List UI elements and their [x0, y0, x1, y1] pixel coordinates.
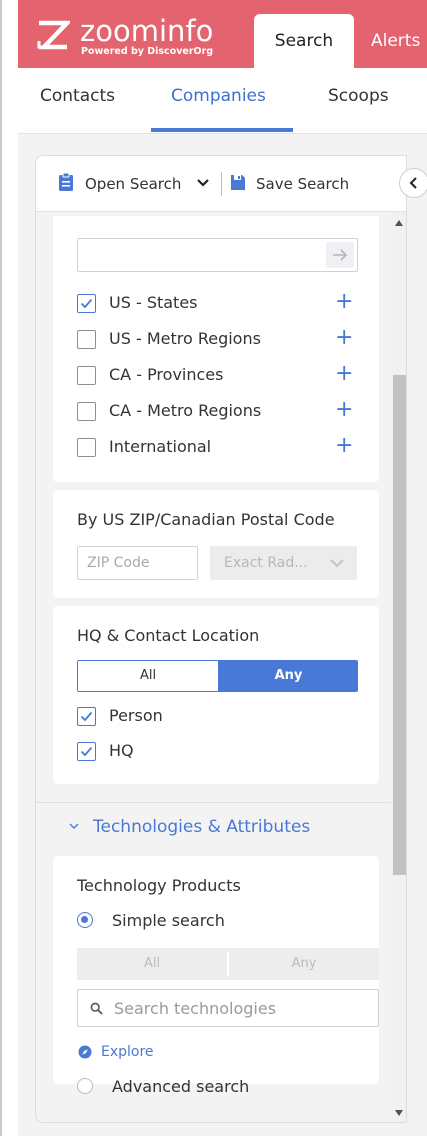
- tech-toggle-any[interactable]: Any: [229, 948, 379, 980]
- tab-alerts[interactable]: Alerts: [371, 14, 427, 68]
- zoominfo-logo[interactable]: zoominfo Powered by DiscoverOrg: [36, 14, 226, 58]
- technologies-section-title: Technologies & Attributes: [93, 817, 311, 837]
- zoominfo-z-icon: [37, 20, 70, 50]
- checkmark-icon: [80, 711, 93, 722]
- checkbox-label: CA - Metro Regions: [109, 401, 262, 420]
- toolbar-divider: [221, 172, 222, 196]
- radio-button[interactable]: [77, 1078, 93, 1094]
- zip-code-input[interactable]: ZIP Code: [77, 546, 198, 580]
- filter-panel: Open Search Save Search US - States + US…: [35, 155, 407, 1123]
- radio-label: Simple search: [112, 911, 225, 930]
- advanced-search-radio-row[interactable]: Advanced search: [77, 1077, 367, 1098]
- plus-icon[interactable]: +: [335, 326, 353, 350]
- active-tab-indicator: [151, 128, 293, 132]
- plus-icon[interactable]: +: [335, 290, 353, 314]
- collapse-panel-button[interactable]: [399, 168, 427, 198]
- search-icon: [90, 1002, 103, 1015]
- app-frame: zoominfo Powered by DiscoverOrg Search A…: [0, 0, 427, 1136]
- hq-option-hq[interactable]: HQ: [77, 740, 367, 764]
- hq-toggle-group: All Any: [77, 660, 358, 692]
- search-toolbar: Open Search Save Search: [36, 156, 406, 212]
- zip-title: By US ZIP/Canadian Postal Code: [77, 510, 335, 529]
- checkbox-label: International: [109, 437, 212, 456]
- chevron-left-icon: [409, 177, 417, 189]
- location-option-international[interactable]: International +: [77, 434, 367, 460]
- checkbox-label: HQ: [109, 741, 134, 760]
- hq-title: HQ & Contact Location: [77, 626, 260, 645]
- explore-label: Explore: [101, 1044, 154, 1060]
- location-option-us-metro[interactable]: US - Metro Regions +: [77, 326, 367, 352]
- plus-icon[interactable]: +: [335, 434, 353, 458]
- plus-icon[interactable]: +: [335, 362, 353, 386]
- checkbox[interactable]: [77, 330, 96, 349]
- clipboard-icon: [59, 173, 73, 191]
- technology-search-placeholder: Search technologies: [114, 999, 277, 1018]
- technology-products-title: Technology Products: [77, 876, 241, 895]
- checkmark-icon: [80, 298, 93, 309]
- floppy-disk-icon: [231, 175, 245, 190]
- scroll-down-arrow-icon[interactable]: [395, 1110, 403, 1116]
- radius-select-label: Exact Rad...: [224, 555, 308, 571]
- open-search-button[interactable]: Open Search: [85, 175, 181, 193]
- tech-toggle-all[interactable]: All: [77, 948, 227, 980]
- location-option-ca-provinces[interactable]: CA - Provinces +: [77, 362, 367, 388]
- subtab-contacts[interactable]: Contacts: [40, 86, 115, 106]
- radio-button[interactable]: [77, 912, 93, 928]
- panel-scrollbar[interactable]: [391, 212, 406, 1122]
- checkbox-label: US - States: [109, 293, 198, 312]
- hq-option-person[interactable]: Person: [77, 705, 367, 729]
- checkbox-label: CA - Provinces: [109, 365, 224, 384]
- checkbox-label: US - Metro Regions: [109, 329, 261, 348]
- location-card: US - States + US - Metro Regions + CA - …: [53, 216, 379, 482]
- simple-search-radio-row[interactable]: Simple search: [77, 911, 367, 932]
- hq-toggle-any[interactable]: Any: [218, 661, 357, 691]
- checkbox[interactable]: [77, 438, 96, 457]
- location-option-us-states[interactable]: US - States +: [77, 290, 367, 316]
- hq-toggle-all[interactable]: All: [78, 661, 218, 691]
- zip-card: By US ZIP/Canadian Postal Code ZIP Code …: [53, 490, 379, 598]
- checkmark-icon: [80, 746, 93, 757]
- app-header: zoominfo Powered by DiscoverOrg Search A…: [18, 0, 427, 68]
- checkbox[interactable]: [77, 742, 96, 761]
- radio-label: Advanced search: [112, 1077, 250, 1096]
- checkbox[interactable]: [77, 366, 96, 385]
- plus-icon[interactable]: +: [335, 398, 353, 422]
- checkbox[interactable]: [77, 707, 96, 726]
- checkbox[interactable]: [77, 402, 96, 421]
- location-search-input[interactable]: [77, 238, 358, 272]
- checkbox[interactable]: [77, 294, 96, 313]
- hq-location-card: HQ & Contact Location All Any Person HQ: [53, 606, 379, 784]
- tab-search[interactable]: Search: [254, 14, 354, 68]
- checkbox-label: Person: [109, 706, 163, 725]
- chevron-down-icon: [330, 559, 344, 568]
- scroll-up-arrow-icon[interactable]: [395, 220, 403, 226]
- chevron-down-icon: [69, 823, 79, 829]
- subtab-companies[interactable]: Companies: [171, 86, 266, 106]
- chevron-down-icon[interactable]: [196, 176, 210, 190]
- location-go-button[interactable]: [326, 242, 354, 268]
- compass-icon: [78, 1045, 92, 1059]
- tech-toggle-group: All Any: [77, 948, 379, 980]
- brand-subtitle: Powered by DiscoverOrg: [81, 46, 214, 57]
- technology-products-card: Technology Products Simple search All An…: [53, 856, 379, 1096]
- filter-content: US - States + US - Metro Regions + CA - …: [36, 212, 391, 1122]
- brand-name: zoominfo: [80, 14, 214, 48]
- location-option-ca-metro[interactable]: CA - Metro Regions +: [77, 398, 367, 424]
- arrow-right-icon: [333, 249, 348, 261]
- technology-search-input[interactable]: Search technologies: [77, 989, 379, 1027]
- save-search-button[interactable]: Save Search: [256, 175, 349, 193]
- technologies-section-header[interactable]: Technologies & Attributes: [36, 802, 391, 850]
- scrollbar-thumb[interactable]: [393, 375, 406, 875]
- sub-tabs: Contacts Companies Scoops: [18, 68, 427, 134]
- radius-select[interactable]: Exact Rad...: [210, 546, 357, 580]
- subtab-scoops[interactable]: Scoops: [328, 86, 389, 106]
